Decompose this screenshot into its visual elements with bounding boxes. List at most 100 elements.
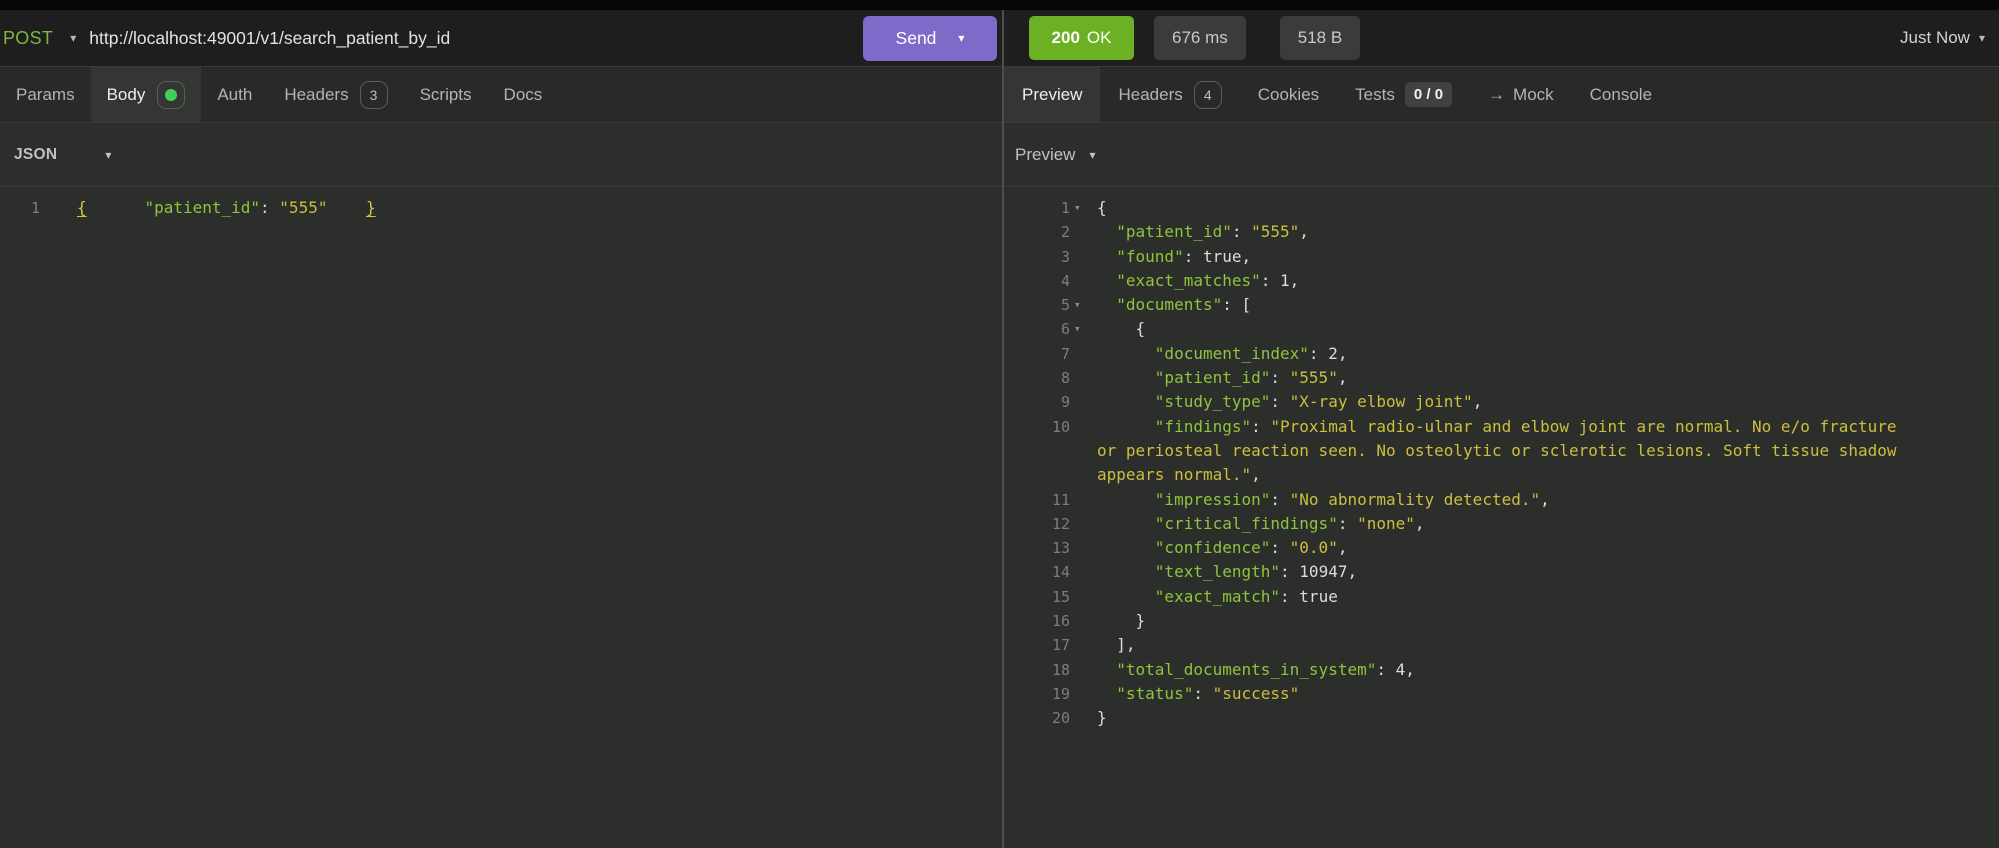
code-text: { xyxy=(1097,196,1107,220)
code-text: "text_length": 10947, xyxy=(1097,560,1357,584)
fold-toggle-icon[interactable]: ▾ xyxy=(1070,196,1097,220)
tab-preview[interactable]: Preview xyxy=(1004,67,1100,122)
code-line: appears normal.", xyxy=(1004,463,1999,487)
tab-docs[interactable]: Docs xyxy=(488,67,559,122)
code-text: appears normal.", xyxy=(1097,463,1261,487)
tab-params[interactable]: Params xyxy=(0,67,91,122)
response-body-viewer[interactable]: 1▾{2 "patient_id": "555",3 "found": true… xyxy=(1004,187,1999,848)
code-text: "study_type": "X-ray elbow joint", xyxy=(1097,390,1482,414)
tests-count-chip: 0 / 0 xyxy=(1405,82,1452,107)
code-text: "patient_id": "555", xyxy=(1097,366,1347,390)
request-body-editor[interactable]: 1 { "patient_id": "555" } xyxy=(0,187,1002,848)
code-text: "confidence": "0.0", xyxy=(1097,536,1347,560)
response-view-selector[interactable]: Preview ▾ xyxy=(1004,145,1096,165)
url-input[interactable]: http://localhost:49001/v1/search_patient… xyxy=(89,28,450,49)
tab-console[interactable]: Console xyxy=(1572,67,1670,122)
fold-gutter xyxy=(1070,512,1097,536)
fold-gutter xyxy=(1070,342,1097,366)
history-dropdown[interactable]: Just Now ▾ xyxy=(1900,28,1999,48)
code-line: 3 "found": true, xyxy=(1004,245,1999,269)
tab-cookies[interactable]: Cookies xyxy=(1240,67,1337,122)
code-text: { "patient_id": "555" } xyxy=(77,196,376,220)
line-number: 11 xyxy=(1004,488,1070,512)
tab-label: Cookies xyxy=(1258,85,1319,105)
tab-label: Mock xyxy=(1513,85,1554,105)
chevron-down-icon[interactable]: ▾ xyxy=(70,32,76,44)
line-number xyxy=(1004,439,1070,463)
tab-headers-request[interactable]: Headers 3 xyxy=(268,67,403,122)
code-line: 14 "text_length": 10947, xyxy=(1004,560,1999,584)
code-line: 4 "exact_matches": 1, xyxy=(1004,269,1999,293)
code-line: 18 "total_documents_in_system": 4, xyxy=(1004,658,1999,682)
history-label: Just Now xyxy=(1900,28,1970,48)
line-number: 8 xyxy=(1004,366,1070,390)
code-text: ], xyxy=(1097,633,1136,657)
line-number: 17 xyxy=(1004,633,1070,657)
fold-gutter xyxy=(1070,390,1097,414)
line-number: 14 xyxy=(1004,560,1070,584)
tab-mock[interactable]: → Mock xyxy=(1470,67,1572,122)
line-number: 1 xyxy=(0,196,40,220)
fold-toggle-icon[interactable]: ▾ xyxy=(1070,293,1097,317)
tab-label: Tests xyxy=(1355,85,1395,105)
arrow-right-icon: → xyxy=(1488,85,1505,105)
code-text: "documents": [ xyxy=(1097,293,1251,317)
line-number: 1 xyxy=(1004,196,1070,220)
line-number: 12 xyxy=(1004,512,1070,536)
tab-tests[interactable]: Tests 0 / 0 xyxy=(1337,67,1470,122)
tab-scripts[interactable]: Scripts xyxy=(404,67,488,122)
code-text: "found": true, xyxy=(1097,245,1251,269)
code-text: "document_index": 2, xyxy=(1097,342,1347,366)
code-line: or periosteal reaction seen. No osteolyt… xyxy=(1004,439,1999,463)
code-line: 13 "confidence": "0.0", xyxy=(1004,536,1999,560)
send-button[interactable]: Send ▾ xyxy=(863,16,997,61)
fold-gutter xyxy=(1070,415,1097,439)
fold-gutter xyxy=(1070,463,1097,487)
code-line: 6▾ { xyxy=(1004,317,1999,341)
response-pane: 200 OK 676 ms 518 B Just Now ▾ Preview H… xyxy=(1002,10,1999,848)
body-modified-badge xyxy=(157,81,185,109)
code-text: { xyxy=(1097,317,1145,341)
tab-label: Scripts xyxy=(420,85,472,105)
code-text: "patient_id": "555", xyxy=(1097,220,1309,244)
request-url-bar: POST ▾ http://localhost:49001/v1/search_… xyxy=(0,10,1002,67)
line-number: 16 xyxy=(1004,609,1070,633)
fold-gutter xyxy=(40,196,77,220)
code-line: 9 "study_type": "X-ray elbow joint", xyxy=(1004,390,1999,414)
body-mode-label: JSON xyxy=(14,146,57,164)
line-number: 6 xyxy=(1004,317,1070,341)
fold-gutter xyxy=(1070,366,1097,390)
line-number: 2 xyxy=(1004,220,1070,244)
tab-label: Headers xyxy=(1118,85,1182,105)
code-line: 20} xyxy=(1004,706,1999,730)
tab-headers-response[interactable]: Headers 4 xyxy=(1100,67,1239,122)
response-size-badge: 518 B xyxy=(1280,16,1360,60)
status-badge: 200 OK xyxy=(1029,16,1134,60)
response-view-row: Preview ▾ xyxy=(1004,123,1999,187)
line-number: 10 xyxy=(1004,415,1070,439)
fold-gutter xyxy=(1070,633,1097,657)
response-time-badge: 676 ms xyxy=(1154,16,1246,60)
fold-toggle-icon[interactable]: ▾ xyxy=(1070,317,1097,341)
tab-body[interactable]: Body xyxy=(91,67,202,122)
code-line: 10 "findings": "Proximal radio-ulnar and… xyxy=(1004,415,1999,439)
tab-label: Docs xyxy=(504,85,543,105)
fold-gutter xyxy=(1070,439,1097,463)
code-text: or periosteal reaction seen. No osteolyt… xyxy=(1097,439,1897,463)
code-text: "impression": "No abnormality detected."… xyxy=(1097,488,1550,512)
api-client-window: POST ▾ http://localhost:49001/v1/search_… xyxy=(0,0,1999,848)
tab-auth[interactable]: Auth xyxy=(201,67,268,122)
code-line: 1▾{ xyxy=(1004,196,1999,220)
status-code: 200 xyxy=(1052,28,1080,48)
code-line: 7 "document_index": 2, xyxy=(1004,342,1999,366)
method-selector[interactable]: POST xyxy=(0,28,53,49)
code-text: } xyxy=(1097,609,1145,633)
line-number: 20 xyxy=(1004,706,1070,730)
body-mode-selector[interactable]: JSON ▾ xyxy=(0,146,111,164)
fold-gutter xyxy=(1070,488,1097,512)
line-number: 15 xyxy=(1004,585,1070,609)
chevron-down-icon[interactable]: ▾ xyxy=(958,32,964,44)
code-line: 2 "patient_id": "555", xyxy=(1004,220,1999,244)
line-number: 7 xyxy=(1004,342,1070,366)
status-text: OK xyxy=(1087,28,1112,48)
